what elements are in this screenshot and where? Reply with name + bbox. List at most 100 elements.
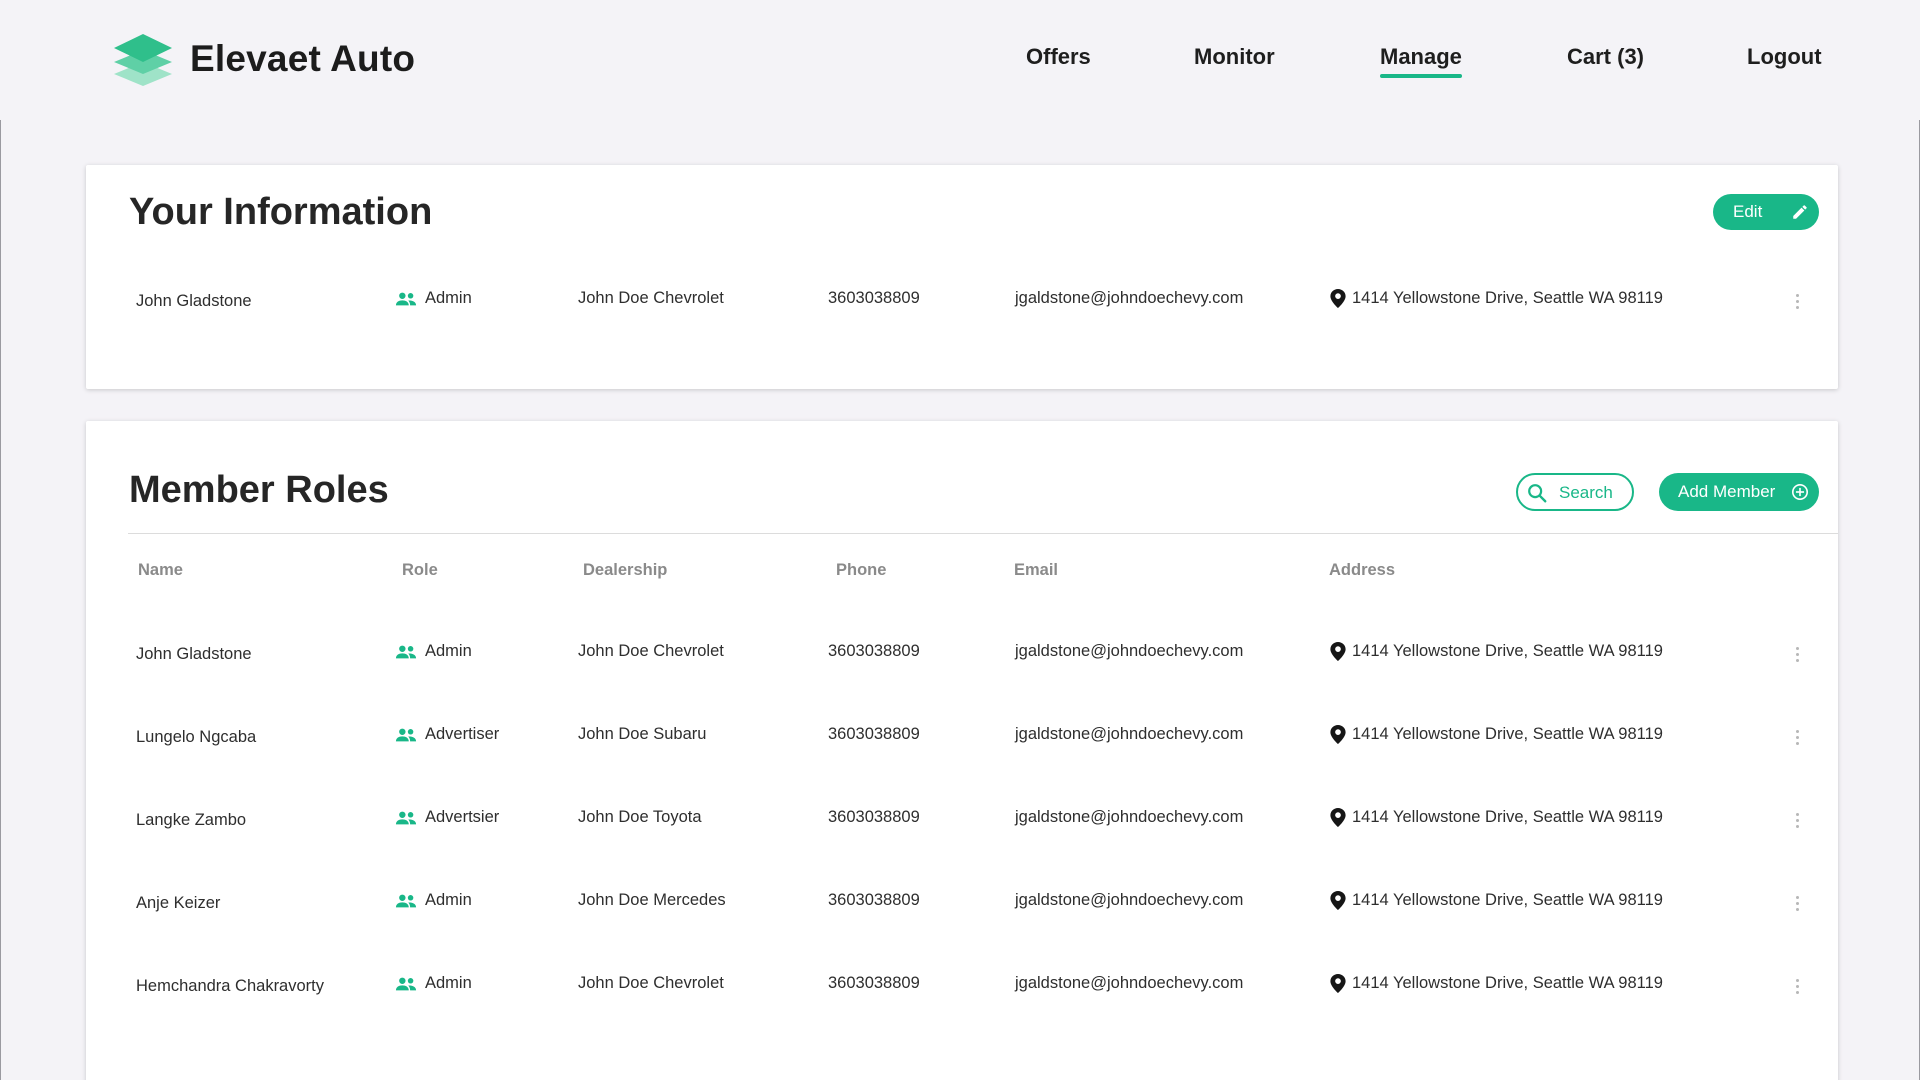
member-address: 1414 Yellowstone Drive, Seattle WA 98119 bbox=[1330, 725, 1663, 744]
nav-cart[interactable]: Cart (3) bbox=[1567, 44, 1644, 70]
your-information-card: Your Information Edit John Gladstone Adm… bbox=[86, 165, 1838, 389]
search-icon bbox=[1528, 484, 1547, 503]
nav-logout[interactable]: Logout bbox=[1747, 44, 1822, 70]
table-row[interactable]: Hemchandra Chakravorty Admin John Doe Ch… bbox=[86, 974, 1838, 1014]
address-label: 1414 Yellowstone Drive, Seattle WA 98119 bbox=[1352, 289, 1663, 307]
more-options-icon[interactable] bbox=[1791, 893, 1803, 913]
group-icon bbox=[395, 292, 417, 305]
member-phone: 3603038809 bbox=[828, 725, 920, 743]
role-label: Advertsier bbox=[425, 808, 500, 826]
address-label: 1414 Yellowstone Drive, Seattle WA 98119 bbox=[1352, 974, 1663, 992]
role-label: Admin bbox=[425, 642, 472, 660]
address-label: 1414 Yellowstone Drive, Seattle WA 98119 bbox=[1352, 725, 1663, 743]
member-email[interactable]: jgaldstone@johndoechevy.com bbox=[1015, 974, 1243, 993]
more-options-icon[interactable] bbox=[1791, 810, 1803, 830]
add-member-button[interactable]: Add Member bbox=[1659, 473, 1819, 511]
address-label: 1414 Yellowstone Drive, Seattle WA 98119 bbox=[1352, 808, 1663, 826]
more-options-icon[interactable] bbox=[1791, 976, 1803, 996]
add-member-label: Add Member bbox=[1678, 482, 1776, 501]
more-options-icon[interactable] bbox=[1791, 644, 1803, 664]
member-email[interactable]: jgaldstone@johndoechevy.com bbox=[1015, 725, 1243, 744]
location-pin-icon bbox=[1330, 642, 1346, 661]
member-dealership: John Doe Toyota bbox=[578, 808, 702, 826]
member-dealership: John Doe Chevrolet bbox=[578, 642, 724, 660]
member-email[interactable]: jgaldstone@johndoechevy.com bbox=[1015, 891, 1243, 910]
member-role: Admin bbox=[395, 891, 472, 910]
plus-circle-icon bbox=[1791, 483, 1809, 501]
member-role: Admin bbox=[395, 642, 472, 661]
column-header-email[interactable]: Email bbox=[1014, 561, 1058, 580]
frame-border-left bbox=[0, 120, 1, 1080]
group-icon bbox=[395, 811, 417, 824]
member-name: Anje Keizer bbox=[136, 894, 221, 912]
nav-manage[interactable]: Manage bbox=[1380, 44, 1462, 78]
search-button-label: Search bbox=[1559, 483, 1613, 502]
member-dealership: John Doe Chevrolet bbox=[578, 289, 724, 307]
search-button[interactable]: Search bbox=[1516, 473, 1634, 511]
role-label: Admin bbox=[425, 974, 472, 992]
member-name: John Gladstone bbox=[136, 292, 252, 310]
member-address: 1414 Yellowstone Drive, Seattle WA 98119 bbox=[1330, 808, 1663, 827]
column-header-phone[interactable]: Phone bbox=[836, 561, 886, 580]
member-name: Lungelo Ngcaba bbox=[136, 728, 257, 746]
table-row[interactable]: Lungelo Ngcaba Advertiser John Doe Subar… bbox=[86, 725, 1838, 765]
member-phone: 3603038809 bbox=[828, 891, 920, 909]
pencil-icon bbox=[1793, 205, 1807, 219]
your-information-title: Your Information bbox=[129, 191, 433, 233]
address-label: 1414 Yellowstone Drive, Seattle WA 98119 bbox=[1352, 642, 1663, 660]
column-header-dealership[interactable]: Dealership bbox=[583, 561, 667, 580]
more-options-icon[interactable] bbox=[1791, 727, 1803, 747]
location-pin-icon bbox=[1330, 808, 1346, 827]
table-row[interactable]: John Gladstone Admin John Doe Chevrolet … bbox=[86, 642, 1838, 682]
location-pin-icon bbox=[1330, 891, 1346, 910]
top-header: Elevaet Auto Offers Monitor Manage Cart … bbox=[0, 0, 1920, 120]
member-role: Advertsier bbox=[395, 808, 499, 827]
group-icon bbox=[395, 977, 417, 990]
member-role: Admin bbox=[395, 289, 472, 308]
member-dealership: John Doe Mercedes bbox=[578, 891, 726, 909]
edit-button[interactable]: Edit bbox=[1713, 194, 1819, 230]
member-roles-title: Member Roles bbox=[129, 469, 389, 511]
info-row: John Gladstone Admin John Doe Chevrolet … bbox=[86, 289, 1838, 329]
role-label: Advertiser bbox=[425, 725, 500, 743]
column-header-address[interactable]: Address bbox=[1329, 561, 1395, 580]
main-nav: Offers Monitor Manage Cart (3) Logout bbox=[0, 44, 1920, 84]
member-name: John Gladstone bbox=[136, 645, 252, 663]
member-name: Langke Zambo bbox=[136, 811, 247, 829]
member-roles-card: Member Roles Search Add Member Name Role… bbox=[86, 421, 1838, 1080]
edit-button-label: Edit bbox=[1733, 202, 1763, 221]
table-header: Name Role Dealership Phone Email Address bbox=[86, 561, 1838, 585]
header-divider bbox=[128, 533, 1838, 534]
member-phone: 3603038809 bbox=[828, 808, 920, 826]
member-phone: 3603038809 bbox=[828, 642, 920, 660]
location-pin-icon bbox=[1330, 725, 1346, 744]
location-pin-icon bbox=[1330, 974, 1346, 993]
nav-monitor[interactable]: Monitor bbox=[1194, 44, 1275, 70]
role-label: Admin bbox=[425, 891, 472, 909]
member-dealership: John Doe Chevrolet bbox=[578, 974, 724, 992]
member-email[interactable]: jgaldstone@johndoechevy.com bbox=[1015, 808, 1243, 827]
address-label: 1414 Yellowstone Drive, Seattle WA 98119 bbox=[1352, 891, 1663, 909]
member-dealership: John Doe Subaru bbox=[578, 725, 707, 743]
member-address: 1414 Yellowstone Drive, Seattle WA 98119 bbox=[1330, 974, 1663, 993]
member-role: Admin bbox=[395, 974, 472, 993]
member-role: Advertiser bbox=[395, 725, 499, 744]
group-icon bbox=[395, 894, 417, 907]
more-options-icon[interactable] bbox=[1791, 291, 1803, 311]
column-header-name[interactable]: Name bbox=[138, 561, 183, 580]
member-name: Hemchandra Chakravorty bbox=[136, 977, 324, 995]
nav-offers[interactable]: Offers bbox=[1026, 44, 1091, 70]
location-pin-icon bbox=[1330, 289, 1346, 308]
table-row[interactable]: Anje Keizer Admin John Doe Mercedes 3603… bbox=[86, 891, 1838, 931]
column-header-role[interactable]: Role bbox=[402, 561, 438, 580]
group-icon bbox=[395, 645, 417, 658]
member-address: 1414 Yellowstone Drive, Seattle WA 98119 bbox=[1330, 289, 1663, 308]
group-icon bbox=[395, 728, 417, 741]
member-email[interactable]: jgaldstone@johndoechevy.com bbox=[1015, 642, 1243, 661]
table-row[interactable]: Langke Zambo Advertsier John Doe Toyota … bbox=[86, 808, 1838, 848]
member-address: 1414 Yellowstone Drive, Seattle WA 98119 bbox=[1330, 891, 1663, 910]
role-label: Admin bbox=[425, 289, 472, 307]
member-address: 1414 Yellowstone Drive, Seattle WA 98119 bbox=[1330, 642, 1663, 661]
member-email[interactable]: jgaldstone@johndoechevy.com bbox=[1015, 289, 1243, 308]
member-phone: 3603038809 bbox=[828, 289, 920, 307]
